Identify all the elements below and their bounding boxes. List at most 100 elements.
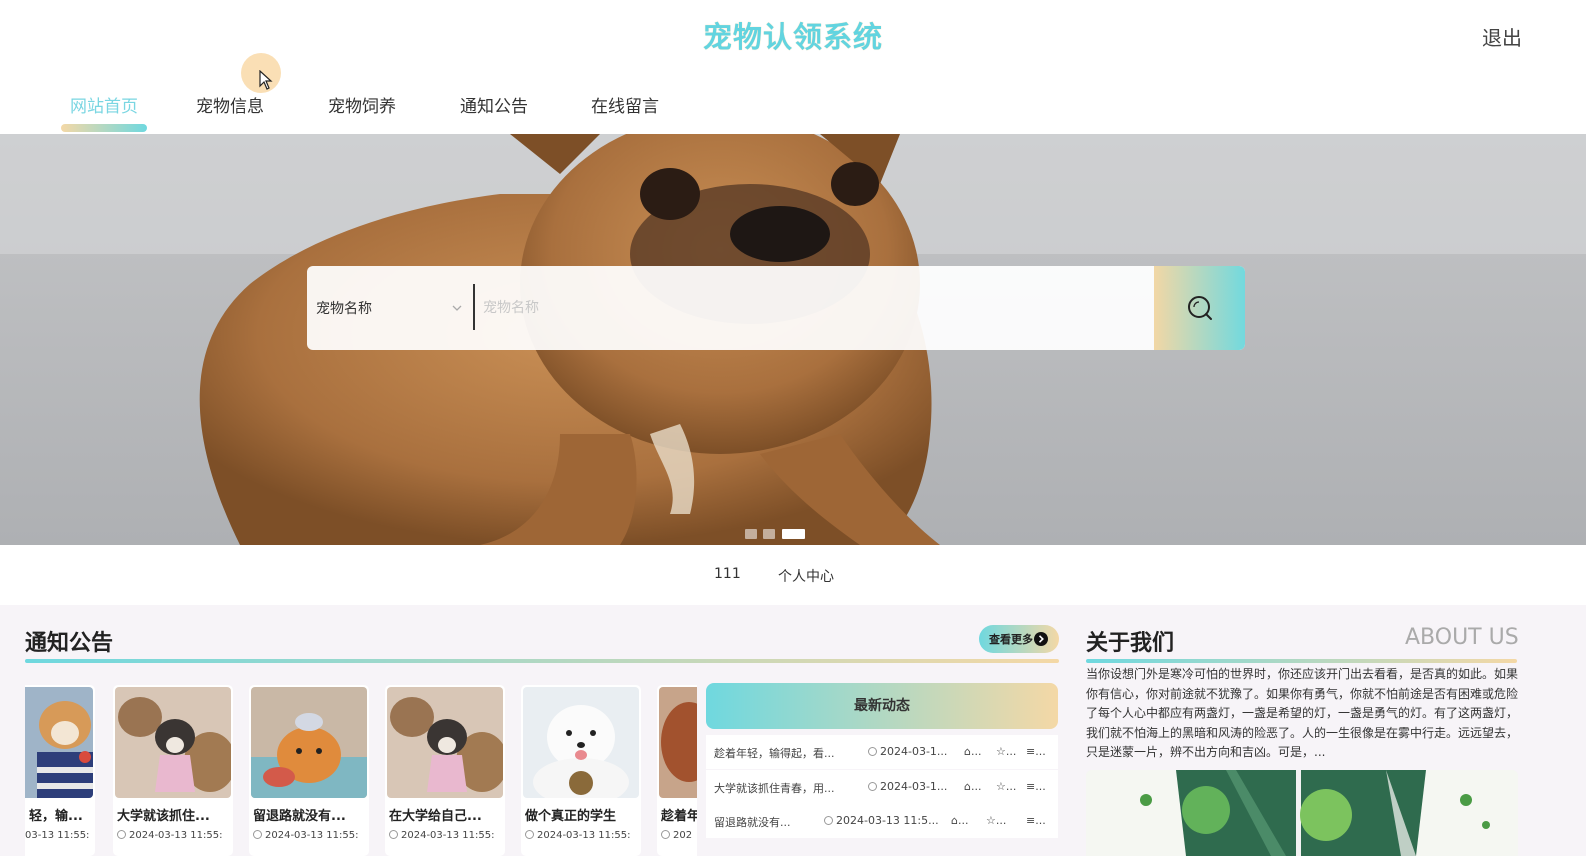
collects: ☆... [986, 814, 1007, 827]
nav-item-pet-info[interactable]: 宠物信息 [196, 92, 264, 117]
collects: ☆... [996, 780, 1017, 793]
clock-icon [389, 830, 398, 839]
news-time-value: 2024-03-1... [880, 780, 948, 793]
notice-card[interactable]: 在大学给自己... 2024-03-13 11:55: [385, 685, 505, 856]
comments: ≡... [1026, 745, 1046, 758]
hero-banner: 宠物名称 [0, 134, 1586, 545]
collect-count: ... [1005, 780, 1017, 793]
personal-center-link[interactable]: 个人中心 [778, 566, 834, 586]
news-row[interactable]: 大学就该抓住青春，用... 2024-03-1... ⌂... ☆... ≡..… [706, 770, 1058, 804]
search-input[interactable] [483, 290, 1143, 326]
notice-cards: 轻，输... 03-13 11:55: 大学就该抓住... 2024-03-13… [25, 685, 697, 856]
like-count: ... [970, 780, 982, 793]
comment-count: ... [1035, 745, 1046, 758]
collect-count: ... [1005, 745, 1017, 758]
notice-card[interactable]: 趁着年 202 [657, 685, 697, 856]
search-icon [1187, 296, 1212, 320]
card-image [659, 687, 697, 798]
likes: ⌂... [951, 814, 969, 827]
likes: ⌂... [964, 780, 982, 793]
card-time: 2024-03-13 11:55: [389, 830, 505, 841]
clock-icon [117, 830, 126, 839]
about-image [1086, 770, 1518, 856]
content-area: 通知公告 查看更多 轻，输... 03-13 11:55: 大学就该抓住... … [0, 605, 1586, 856]
nav-active-indicator [61, 124, 147, 132]
card-title: 大学就该抓住... [117, 809, 210, 824]
nav-item-home[interactable]: 网站首页 [70, 92, 138, 117]
card-time: 2024-03-13 11:55: [253, 830, 369, 841]
nav-item-messages[interactable]: 在线留言 [591, 92, 659, 117]
news-row[interactable]: 趁着年轻，输得起，看... 2024-03-1... ⌂... ☆... ≡..… [706, 735, 1058, 769]
cursor-icon [259, 70, 273, 90]
notices-divider [25, 659, 1059, 663]
card-time: 03-13 11:55: [25, 830, 90, 841]
user-bar: 111 个人中心 [0, 545, 1586, 605]
search-divider [473, 284, 475, 330]
latest-news: 最新动态 趁着年轻，输得起，看... 2024-03-1... ⌂... ☆..… [706, 683, 1058, 856]
card-title: 趁着年 [661, 809, 697, 824]
carousel-indicators [745, 529, 815, 541]
clock-icon [525, 830, 534, 839]
card-image [251, 687, 367, 798]
clock-icon [868, 747, 877, 756]
news-time: 2024-03-1... [868, 745, 947, 758]
about-title-en: ABOUT US [1405, 625, 1519, 650]
notice-card[interactable]: 大学就该抓住... 2024-03-13 11:55: [113, 685, 233, 856]
about-text: 当你设想门外是寒冷可怕的世界时，你还应该开门出去看看，是否真的如此。如果你有信心… [1086, 667, 1518, 759]
card-image [115, 687, 231, 798]
main-nav: 网站首页 宠物信息 宠物饲养 通知公告 在线留言 [0, 88, 700, 134]
view-more-label: 查看更多 [989, 633, 1033, 646]
nav-item-pet-feeding[interactable]: 宠物饲养 [328, 92, 396, 117]
card-time-value: 202 [673, 830, 693, 841]
card-time: 2024-03-13 11:55: [117, 830, 233, 841]
news-title: 大学就该抓住青春，用... [714, 782, 835, 795]
likes: ⌂... [964, 745, 982, 758]
nav-item-notices[interactable]: 通知公告 [460, 92, 528, 117]
comment-count: ... [1035, 780, 1046, 793]
carousel-dot-active[interactable] [782, 529, 805, 539]
view-more-button[interactable]: 查看更多 [979, 625, 1059, 653]
notices-title: 通知公告 [25, 631, 114, 656]
card-time: 2024-03-13 11:55: [525, 830, 641, 841]
card-image [523, 687, 639, 798]
clock-icon [661, 830, 670, 839]
card-title: 轻，输... [29, 809, 83, 824]
card-time: 202 [661, 830, 697, 841]
about-title: 关于我们 [1086, 631, 1175, 656]
comment-count: ... [1035, 814, 1046, 827]
notice-card[interactable]: 留退路就没有... 2024-03-13 11:55: [249, 685, 369, 856]
news-title: 趁着年轻，输得起，看... [714, 747, 835, 760]
card-image [25, 687, 93, 798]
news-time-value: 2024-03-13 11:5... [836, 814, 939, 827]
chevron-down-icon [452, 305, 462, 311]
card-image [387, 687, 503, 798]
news-time-value: 2024-03-1... [880, 745, 948, 758]
notice-card[interactable]: 轻，输... 03-13 11:55: [25, 685, 95, 856]
latest-news-title: 最新动态 [706, 683, 1058, 729]
like-count: ... [970, 745, 982, 758]
username[interactable]: 111 [714, 566, 741, 582]
collect-count: ... [995, 814, 1007, 827]
logout-button[interactable]: 退出 [1482, 22, 1522, 51]
header: 宠物认领系统 退出 网站首页 宠物信息 宠物饲养 通知公告 在线留言 [0, 0, 1586, 134]
arrow-right-circle-icon [1034, 632, 1048, 646]
card-time-value: 2024-03-13 11:55: [537, 830, 631, 841]
page: 宠物认领系统 退出 网站首页 宠物信息 宠物饲养 通知公告 在线留言 宠物名称 … [0, 0, 1586, 856]
news-row[interactable]: 留退路就没有... 2024-03-13 11:5... ⌂... ☆... ≡… [706, 804, 1058, 838]
card-title: 在大学给自己... [389, 809, 482, 824]
collects: ☆... [996, 745, 1017, 758]
card-time-value: 2024-03-13 11:55: [401, 830, 495, 841]
site-title: 宠物认领系统 [702, 20, 883, 54]
news-time: 2024-03-1... [868, 780, 947, 793]
comments: ≡... [1026, 814, 1046, 827]
card-title: 留退路就没有... [253, 809, 346, 824]
search-field-select[interactable]: 宠物名称 [307, 266, 473, 350]
search-field-select-value: 宠物名称 [316, 301, 372, 317]
about-divider [1086, 659, 1517, 663]
notice-card[interactable]: 做个真正的学生 2024-03-13 11:55: [521, 685, 641, 856]
like-count: ... [957, 814, 969, 827]
carousel-dot[interactable] [745, 529, 757, 539]
search-button[interactable] [1154, 266, 1245, 350]
carousel-dot[interactable] [763, 529, 775, 539]
clock-icon [824, 816, 833, 825]
